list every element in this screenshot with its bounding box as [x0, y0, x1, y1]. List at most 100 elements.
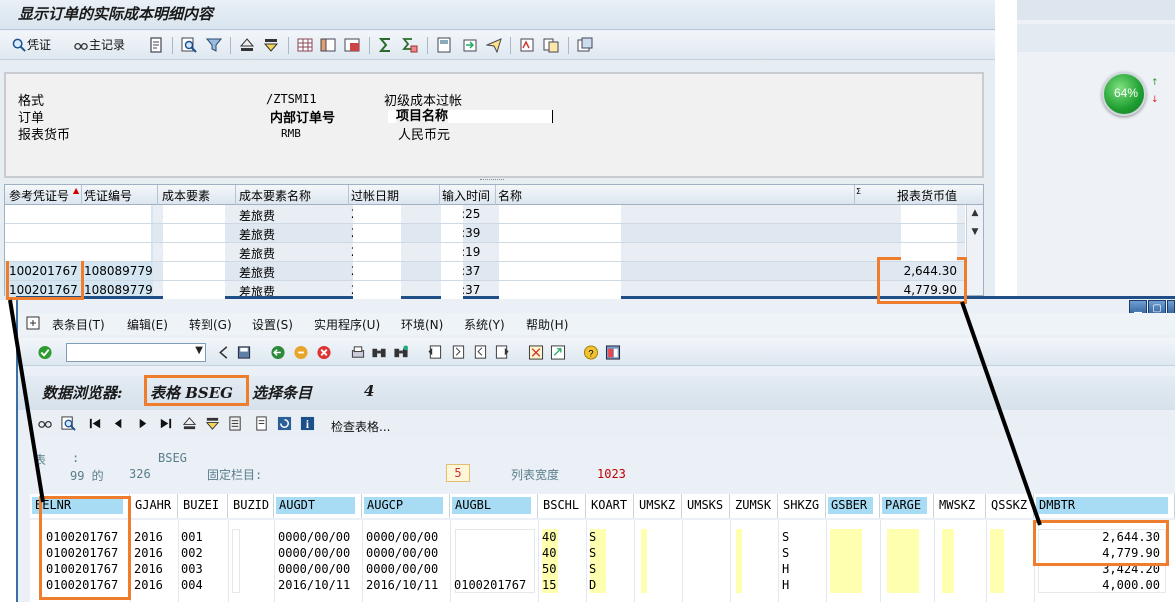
last-record-icon[interactable]	[158, 416, 173, 431]
subtotal-icon[interactable]	[402, 37, 418, 53]
back-arrow-icon[interactable]	[216, 345, 232, 360]
save-icon[interactable]	[236, 345, 252, 360]
col-header-belnr[interactable]: BELNR	[30, 494, 130, 518]
sum-icon[interactable]	[378, 37, 394, 53]
info-panel-icon[interactable]	[577, 37, 593, 53]
first-record-icon[interactable]	[88, 416, 103, 431]
help-icon[interactable]: ?	[583, 345, 599, 360]
cost-element-name-cell: 差旅费	[239, 266, 276, 280]
col-header-buzei[interactable]: BUZEI	[178, 494, 228, 518]
glasses-display-icon[interactable]	[38, 416, 53, 431]
refresh-icon[interactable]	[277, 416, 292, 431]
menu-settings[interactable]: 设置(S)	[252, 316, 293, 333]
browser-title-prefix: 数据浏览器:	[42, 384, 123, 402]
col-header-name[interactable]: 名称	[498, 187, 522, 204]
master-record-button[interactable]: 主记录	[74, 36, 125, 54]
print-preview-icon[interactable]	[436, 37, 452, 53]
send-icon[interactable]	[486, 37, 502, 53]
empty-field-marker	[887, 529, 919, 593]
vertical-scrollbar[interactable]: ▲ ▼	[966, 205, 983, 295]
col-header-parge[interactable]: PARGE	[880, 494, 934, 518]
col-header-buzid[interactable]: BUZID	[228, 494, 274, 518]
menu-icon[interactable]	[26, 316, 40, 330]
sort-ascending-icon[interactable]	[239, 37, 255, 53]
col-header-mwskz[interactable]: MWSKZ	[934, 494, 986, 518]
graphic-icon[interactable]	[543, 37, 559, 53]
first-page-icon[interactable]	[427, 345, 443, 360]
col-header-entry-time[interactable]: 输入时间	[442, 187, 490, 204]
col-header-augbl[interactable]: AUGBL	[450, 494, 538, 518]
splitter-handle[interactable]	[480, 179, 504, 182]
print-icon[interactable]	[350, 345, 366, 360]
list-export-icon[interactable]	[228, 416, 243, 431]
col-header-koart[interactable]: KOART	[586, 494, 634, 518]
column-divider	[1034, 520, 1035, 602]
col-header-dmbtr[interactable]: DMBTR	[1034, 494, 1175, 518]
col-header-umsks[interactable]: UMSKS	[682, 494, 730, 518]
col-header-gsber[interactable]: GSBER	[826, 494, 880, 518]
magnifier-icon	[12, 38, 26, 52]
col-header-posting-date[interactable]: 过帐日期	[351, 187, 399, 204]
voucher-button[interactable]: 凭证	[12, 36, 51, 54]
document-icon[interactable]	[148, 37, 164, 53]
customize-layout-icon[interactable]	[605, 345, 621, 360]
col-header-cost-element[interactable]: 成本要素	[162, 187, 210, 204]
scroll-down-icon[interactable]: ▼	[970, 227, 980, 237]
find-icon[interactable]	[181, 37, 197, 53]
find-binoculars-icon[interactable]	[371, 345, 387, 360]
layout-grid-icon[interactable]	[297, 37, 313, 53]
col-header-augcp[interactable]: AUGCP	[362, 494, 450, 518]
col-header-qsskz[interactable]: QSSKZ	[986, 494, 1034, 518]
col-header-doc-number[interactable]: 凭证编号	[84, 187, 132, 204]
fixed-columns-input[interactable]: 5	[446, 464, 470, 482]
previous-record-icon[interactable]	[111, 416, 126, 431]
abc-analysis-icon[interactable]	[519, 37, 535, 53]
back-icon[interactable]	[270, 345, 286, 360]
next-record-icon[interactable]	[135, 416, 150, 431]
menu-table-entry[interactable]: 表条目(T)	[52, 316, 105, 333]
document-list-icon[interactable]	[254, 416, 269, 431]
export-icon[interactable]	[462, 37, 478, 53]
column-settings-icon[interactable]	[320, 37, 336, 53]
last-page-icon[interactable]	[494, 345, 510, 360]
col-header-shkzg[interactable]: SHKZG	[778, 494, 826, 518]
sort-descending-icon[interactable]	[263, 37, 279, 53]
menu-environment[interactable]: 环境(N)	[401, 316, 443, 333]
enter-check-icon[interactable]	[37, 345, 53, 360]
menu-system[interactable]: 系统(Y)	[464, 316, 505, 333]
ref-doc-cell: 100201767	[9, 264, 78, 278]
information-icon[interactable]: i	[300, 416, 315, 431]
command-field[interactable]: ▼	[66, 343, 206, 362]
col-header-augdt[interactable]: AUGDT	[274, 494, 362, 518]
col-header-ref-doc[interactable]: 参考凭证号	[9, 187, 69, 204]
dropdown-arrow-icon[interactable]: ▼	[195, 345, 203, 356]
cancel-icon[interactable]	[316, 345, 332, 360]
col-header-cost-element-name[interactable]: 成本要素名称	[239, 187, 311, 204]
previous-page-icon[interactable]	[450, 345, 466, 360]
scroll-up-icon[interactable]: ▲	[970, 208, 980, 218]
sort-down-icon[interactable]	[205, 416, 220, 431]
menu-utilities[interactable]: 实用程序(U)	[314, 316, 380, 333]
new-session-icon[interactable]	[528, 345, 544, 360]
sort-up-icon[interactable]	[182, 416, 197, 431]
menu-goto[interactable]: 转到(G)	[189, 316, 232, 333]
col-header-zumsk[interactable]: ZUMSK	[730, 494, 778, 518]
find-next-icon[interactable]	[393, 345, 409, 360]
menu-help[interactable]: 帮助(H)	[526, 316, 568, 333]
grid-row[interactable]: 5差旅费2 9/2716 :25	[5, 205, 965, 224]
exit-icon[interactable]	[293, 345, 309, 360]
search-detail-icon[interactable]	[61, 416, 76, 431]
col-header-amount[interactable]: 报表货币值	[897, 187, 957, 204]
shortcut-icon[interactable]	[550, 345, 566, 360]
menu-edit[interactable]: 编辑(E)	[127, 316, 168, 333]
grid-row[interactable]: 5差旅费2 9/3015 :19	[5, 243, 965, 262]
col-header-umskz[interactable]: UMSKZ	[634, 494, 682, 518]
grid-row[interactable]: 1002017671080897795差旅费2 0/1115 :372,644.…	[5, 262, 965, 281]
filter-icon[interactable]	[206, 37, 222, 53]
check-table-button[interactable]: 检查表格...	[331, 418, 390, 435]
grid-row[interactable]: 5差旅费2 9/2816 :39	[5, 224, 965, 243]
col-header-bschl[interactable]: BSCHL	[538, 494, 586, 518]
next-page-icon[interactable]	[472, 345, 488, 360]
col-header-gjahr[interactable]: GJAHR	[130, 494, 178, 518]
layout-select-icon[interactable]	[344, 37, 360, 53]
